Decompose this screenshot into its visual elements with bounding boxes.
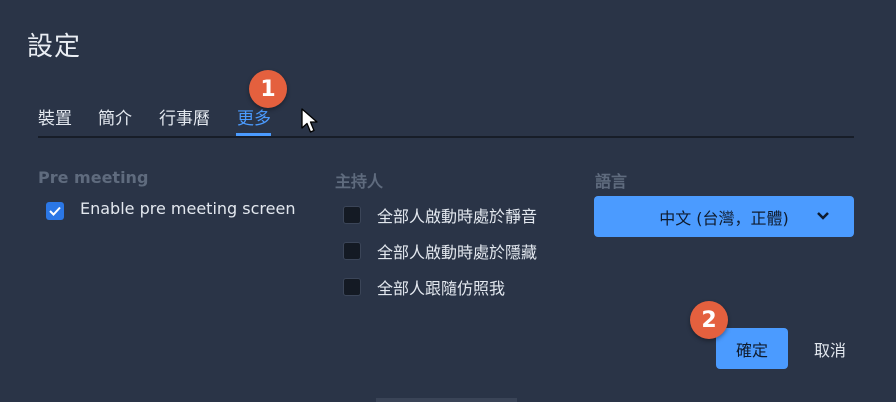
mute-all-label: 全部人啟動時處於靜音 [377, 207, 538, 226]
hide-all-label: 全部人啟動時處於隱藏 [377, 243, 538, 262]
mute-all-checkbox[interactable] [343, 206, 361, 224]
cancel-button[interactable]: 取消 [800, 328, 860, 369]
tab-bar: 裝置 簡介 行事曆 更多 [38, 100, 854, 138]
tab-calendar[interactable]: 行事曆 [159, 104, 210, 129]
tab-profile[interactable]: 簡介 [98, 104, 132, 129]
host-option-hide-all[interactable]: 全部人啟動時處於隱藏 [343, 239, 537, 263]
active-tab-indicator [236, 133, 271, 136]
enable-pre-meeting-checkbox[interactable] [46, 202, 64, 220]
language-selected-value: 中文 (台灣，正體) [659, 208, 789, 228]
step-1-badge: 1 [249, 70, 287, 108]
follow-me-label: 全部人跟隨仿照我 [377, 279, 506, 298]
host-section-label: 主持人 [335, 172, 384, 191]
ok-button[interactable]: 確定 [716, 328, 788, 369]
bottom-scroll-strip [376, 398, 517, 402]
hide-all-checkbox[interactable] [343, 242, 361, 260]
tab-devices[interactable]: 裝置 [38, 104, 72, 129]
checkmark-icon [49, 206, 61, 216]
language-section-label: 語言 [595, 172, 628, 191]
follow-me-checkbox[interactable] [343, 278, 361, 296]
chevron-down-icon [817, 212, 829, 220]
enable-pre-meeting-option[interactable]: Enable pre meeting screen [46, 198, 296, 220]
settings-dialog: 設定 裝置 簡介 行事曆 更多 Pre meeting Enable pre m… [0, 0, 896, 402]
step-2-badge: 2 [690, 301, 728, 339]
enable-pre-meeting-label: Enable pre meeting screen [80, 198, 296, 218]
dialog-title: 設定 [27, 32, 82, 62]
host-option-follow-me[interactable]: 全部人跟隨仿照我 [343, 275, 505, 299]
language-select[interactable]: 中文 (台灣，正體) [594, 196, 854, 237]
mouse-cursor-icon [301, 108, 318, 133]
host-option-mute-all[interactable]: 全部人啟動時處於靜音 [343, 203, 537, 227]
pre-meeting-section-label: Pre meeting [38, 168, 149, 187]
